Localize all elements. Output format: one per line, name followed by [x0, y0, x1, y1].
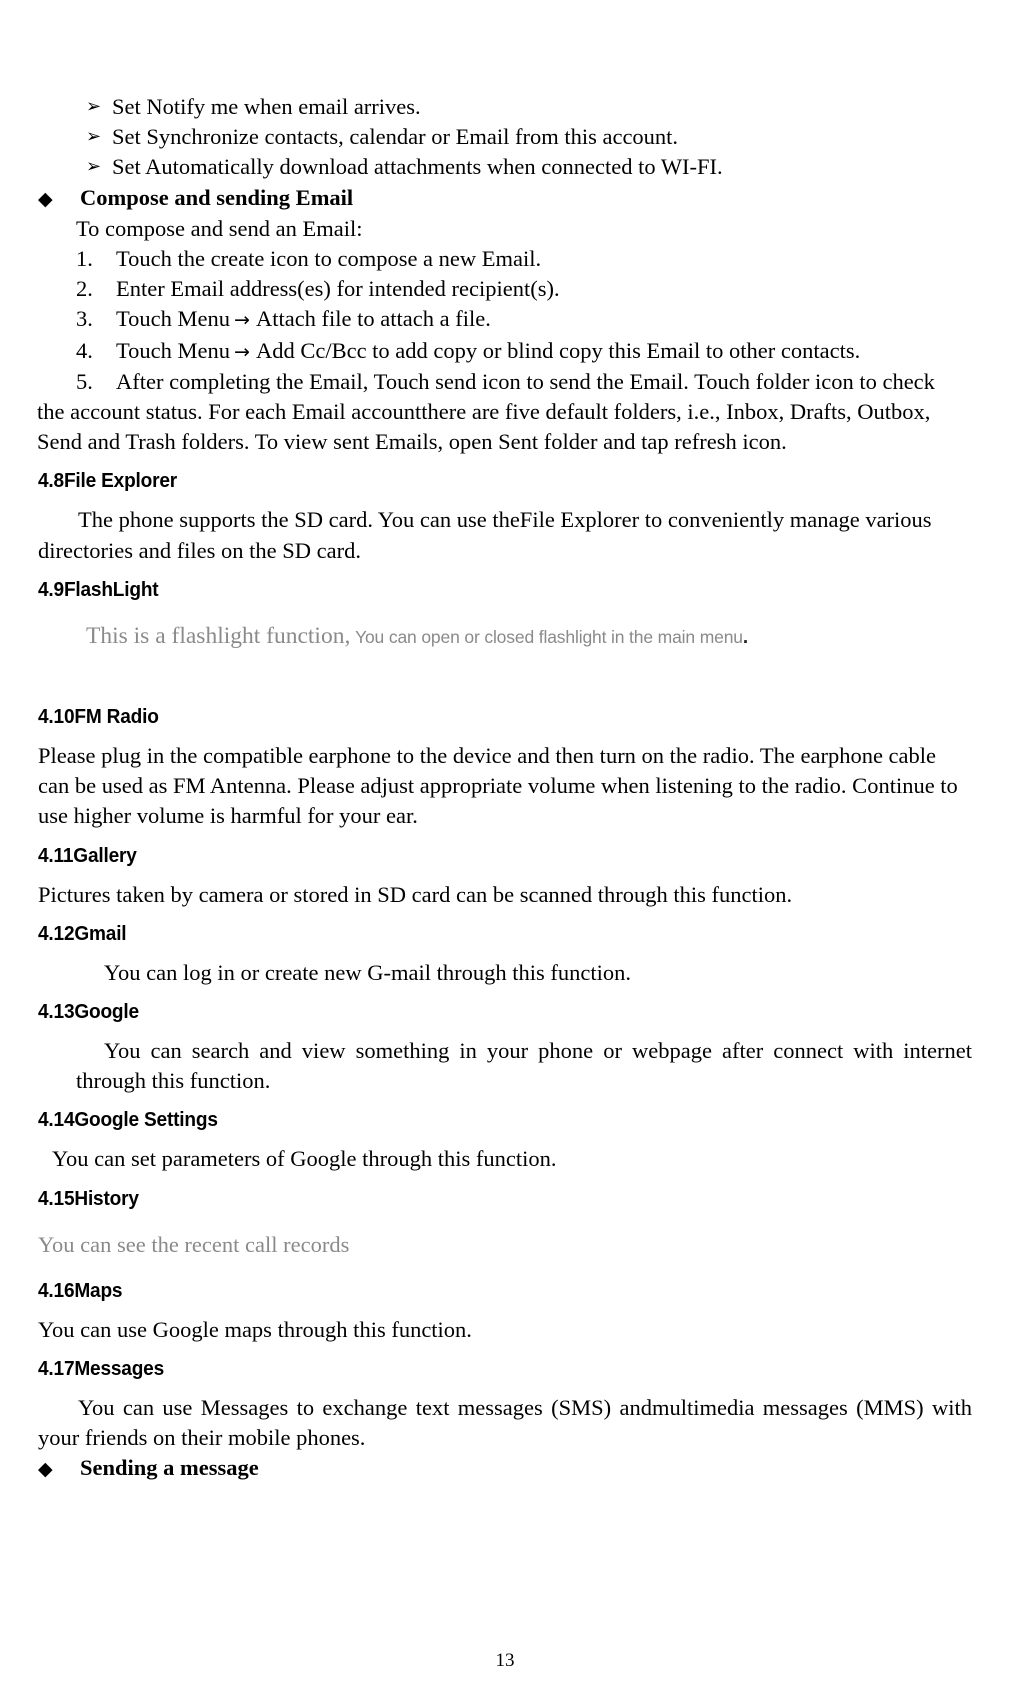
bullet-text: Set Automatically download attachments w… — [112, 154, 723, 180]
compose-email-intro: To compose and send an Email: — [76, 215, 363, 241]
diamond-bullet-icon: ◆ — [38, 187, 53, 210]
sending-message-heading-row: ◆ Sending a message — [38, 1453, 972, 1484]
section-heading-history: 4.15History — [38, 1186, 139, 1210]
section-body-messages: You can use Messages to exchange text me… — [38, 1395, 972, 1451]
flashlight-period: . — [742, 626, 749, 648]
section-heading-gmail: 4.12Gmail — [38, 921, 127, 945]
section-heading-file-explorer: 4.8File Explorer — [38, 469, 178, 493]
step-text: Enter Email address(es) for intended rec… — [116, 276, 560, 302]
list-item: 4. Touch Menu → Add Cc/Bcc to add copy or … — [76, 336, 972, 367]
section-heading-messages: 4.17Messages — [38, 1357, 165, 1381]
section-heading-fm-radio: 4.10FM Radio — [38, 705, 159, 729]
flashlight-text-sans-body: You can open or closed flashlight in the… — [355, 626, 743, 647]
step-number: 5. — [76, 368, 93, 394]
section-body-file-explorer: The phone supports the SD card. You can … — [38, 507, 932, 563]
step-text: Touch Menu → Add Cc/Bcc to add copy or bli… — [116, 336, 972, 367]
compose-email-heading: Compose and sending Email — [80, 184, 354, 210]
arrow-bullet-icon: ➢ — [86, 156, 102, 178]
section-heading-flashlight: 4.9FlashLight — [38, 577, 159, 601]
list-item: 2. Enter Email address(es) for intended … — [76, 274, 972, 304]
step-text-before-arrow: Touch Menu — [116, 306, 231, 332]
compose-steps-continuation: the account status. For each Email accou… — [37, 399, 931, 455]
section-body-maps: You can use Google maps through this fun… — [38, 1316, 472, 1342]
page-number: 13 — [495, 1650, 515, 1671]
step-text: Touch Menu → Attach file to attach a file. — [116, 304, 972, 335]
section-heading-google-settings: 4.14Google Settings — [38, 1108, 218, 1132]
section-body-gmail: You can log in or create new G-mail thro… — [104, 959, 631, 985]
section-heading-maps: 4.16Maps — [38, 1278, 123, 1302]
right-arrow-icon: → — [234, 340, 250, 363]
step-number: 2. — [76, 276, 93, 302]
step-number: 4. — [76, 337, 93, 363]
step-number: 1. — [76, 246, 93, 272]
bullet-text: Set Notify me when email arrives. — [112, 94, 421, 119]
list-item: 5. After completing the Email, Touch sen… — [76, 367, 972, 397]
step-text-before-arrow: Touch Menu — [116, 337, 231, 363]
section-body-google: You can search and view something in you… — [76, 1038, 972, 1094]
flashlight-text-serif: This is a flashlight function — [86, 622, 345, 649]
manual-page: ➢ Set Notify me when email arrives. ➢ Se… — [0, 0, 1010, 1702]
step-text-after-arrow: Attach file to attach a file. — [255, 306, 491, 332]
top-margin — [38, 0, 972, 92]
email-settings-bullet-list: ➢ Set Notify me when email arrives. ➢ Se… — [86, 92, 972, 183]
section-heading-google: 4.13Google — [38, 1000, 139, 1024]
step-text-after-arrow: Add Cc/Bcc to add copy or blind copy thi… — [255, 337, 861, 363]
section-body-fm-radio: Please plug in the compatible earphone t… — [38, 743, 958, 829]
bullet-text: Set Synchronize contacts, calendar or Em… — [112, 124, 679, 150]
section-body-history: You can see the recent call records — [38, 1231, 350, 1257]
section-body-flashlight: This is a flashlight function, You can o… — [86, 621, 972, 654]
diamond-bullet-icon: ◆ — [38, 1458, 53, 1481]
list-item: ➢ Set Automatically download attachments… — [86, 152, 972, 182]
list-item: ➢ Set Synchronize contacts, calendar or … — [86, 122, 972, 152]
list-item: 1. Touch the create icon to compose a ne… — [76, 244, 972, 274]
arrow-bullet-icon: ➢ — [86, 126, 102, 148]
right-arrow-icon: → — [234, 309, 250, 332]
compose-steps-list: 1. Touch the create icon to compose a ne… — [76, 244, 972, 397]
sending-message-heading: Sending a message — [80, 1455, 259, 1481]
step-text: After completing the Email, Touch send i… — [116, 368, 935, 394]
list-item: ➢ Set Notify me when email arrives. — [86, 92, 972, 122]
section-heading-gallery: 4.11Gallery — [38, 843, 137, 867]
list-item: 3. Touch Menu → Attach file to attach a fi… — [76, 304, 972, 335]
step-text: Touch the create icon to compose a new E… — [116, 246, 542, 272]
section-body-google-settings: You can set parameters of Google through… — [52, 1146, 557, 1172]
section-body-gallery: Pictures taken by camera or stored in SD… — [38, 881, 793, 907]
arrow-bullet-icon: ➢ — [86, 96, 102, 117]
step-number: 3. — [76, 306, 93, 332]
compose-email-heading-row: ◆ Compose and sending Email — [38, 183, 972, 214]
